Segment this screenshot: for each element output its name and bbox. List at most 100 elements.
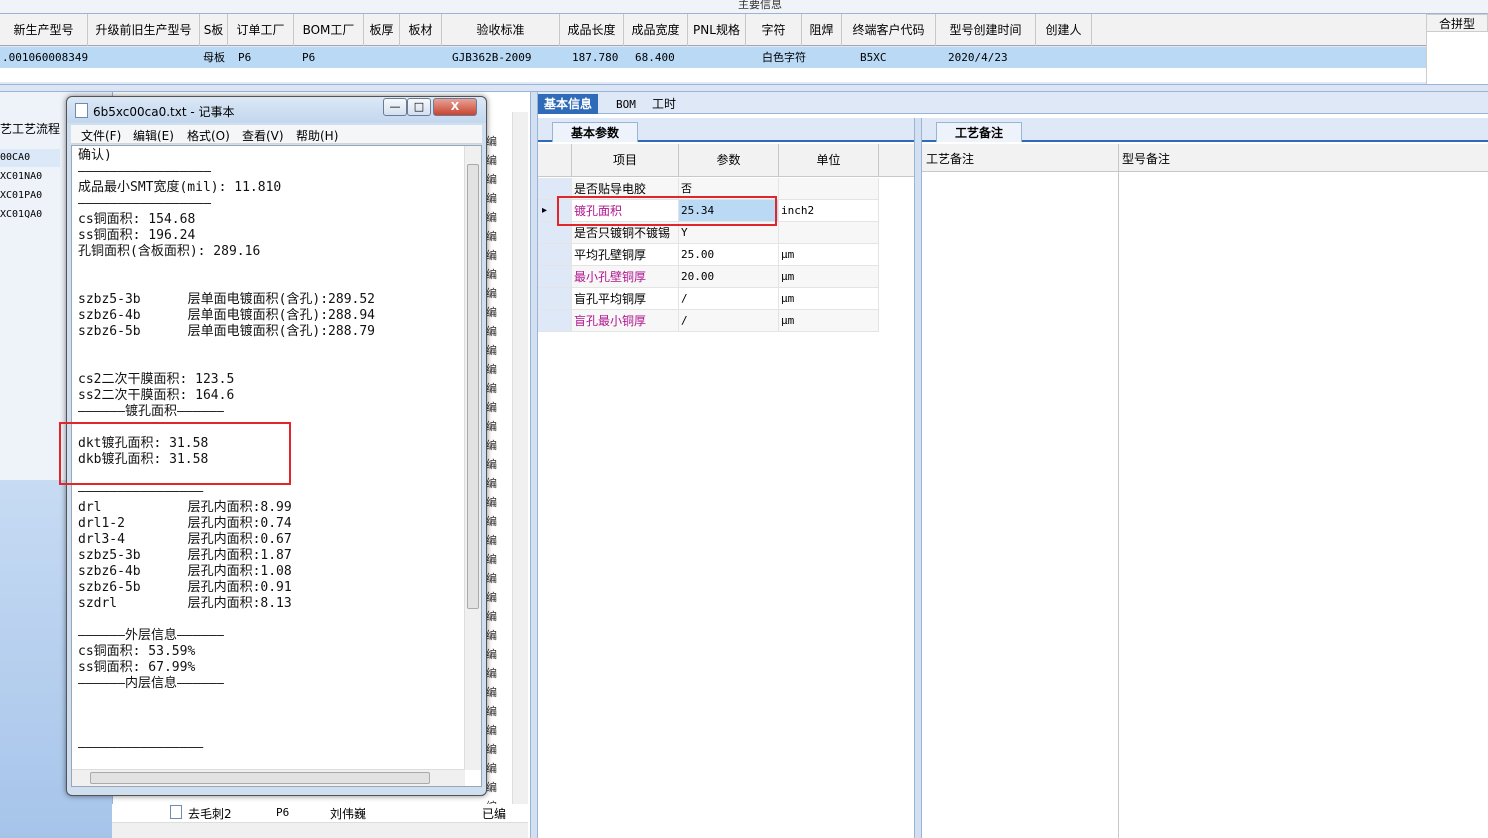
text-line: szdrl 层孔内面积:8.13 (78, 596, 292, 611)
col-header[interactable]: 型号创建时间 (936, 14, 1036, 46)
param-row[interactable]: 盲孔平均铜厚 / μm (538, 288, 914, 310)
menu-help[interactable]: 帮助(H) (296, 127, 338, 144)
status-cell: 编 (486, 762, 497, 775)
param-unit: μm (779, 266, 879, 288)
status-cell: 编 (486, 439, 497, 452)
col-header[interactable]: 创建人 (1036, 14, 1092, 46)
col-header[interactable]: 终端客户代码 (842, 14, 936, 46)
col-header[interactable]: S板 (200, 14, 228, 46)
notepad-title: 6b5xc00ca0.txt - 记事本 (93, 105, 235, 119)
status-cell: 编 (486, 192, 497, 205)
text-line: ————————————————— (78, 164, 212, 179)
text-line: cs铜面积: 53.59% (78, 644, 196, 659)
param-item: 盲孔最小铜厚 (572, 310, 679, 332)
vertical-splitter[interactable] (530, 92, 538, 838)
tab-basic-params[interactable]: 基本参数 (552, 122, 639, 142)
row-indicator (538, 266, 572, 288)
cell-customer: B5XC (860, 51, 887, 64)
text-line: 确认) (78, 148, 112, 163)
status-cell: 编 (486, 781, 497, 794)
menu-edit[interactable]: 编辑(E) (133, 127, 174, 144)
param-item: 最小孔壁铜厚 (572, 266, 679, 288)
close-button[interactable]: X (433, 98, 477, 116)
highlight-box (557, 196, 777, 226)
tab-work-hours[interactable]: 工时 (646, 94, 682, 114)
text-line: szbz6-5b 层单面电镀面积(含孔):288.79 (78, 324, 376, 339)
cell-s-board: 母板 (203, 51, 225, 64)
param-value[interactable]: 25.00 (679, 244, 779, 266)
maximize-button[interactable]: □ (407, 98, 431, 116)
left-list-item[interactable]: XC01PA0 (0, 187, 60, 205)
col-header[interactable]: 阻焊 (802, 14, 842, 46)
col-unit: 单位 (779, 144, 879, 176)
model-notes-input[interactable] (1122, 174, 1482, 836)
status-cell: 编 (486, 477, 497, 490)
process-list-hscroll[interactable] (112, 822, 528, 838)
col-header[interactable]: 字符 (746, 14, 802, 46)
notepad-hscroll[interactable] (72, 769, 465, 786)
menu-view[interactable]: 查看(V) (242, 127, 284, 144)
model-table-row[interactable]: .0010600083496 母板 P6 P6 GJB362B-2009 187… (0, 47, 1426, 68)
text-line: ————————————————— (78, 196, 212, 211)
document-icon (170, 805, 182, 819)
highlight-box (59, 422, 291, 485)
param-row[interactable]: 最小孔壁铜厚 20.00 μm (538, 266, 914, 288)
param-value[interactable]: / (679, 288, 779, 310)
process-row[interactable]: 去毛刺2 P6 刘伟巍 已编 (112, 804, 528, 822)
left-list-item[interactable]: XC01QA0 (0, 206, 60, 224)
text-line: ——————内层信息—————— (78, 676, 224, 691)
status-cell: 编 (486, 572, 497, 585)
status-cell: 编 (486, 287, 497, 300)
param-row[interactable]: 盲孔最小铜厚 / μm (538, 310, 914, 332)
col-header[interactable]: 板厚 (364, 14, 400, 46)
tab-process-notes[interactable]: 工艺备注 (936, 122, 1023, 142)
notes-splitter[interactable] (914, 118, 922, 838)
param-unit: inch2 (779, 200, 879, 222)
scroll-thumb[interactable] (90, 772, 430, 784)
left-list-item[interactable]: XC01NA0 (0, 168, 60, 186)
notes-header (922, 144, 1488, 172)
process-status: 已编 (482, 807, 507, 821)
notepad-menubar: 文件(F) 编辑(E) 格式(O) 查看(V) 帮助(H) (71, 125, 482, 144)
status-cell: 编 (486, 705, 497, 718)
horizontal-splitter[interactable] (0, 84, 1488, 92)
param-value[interactable]: / (679, 310, 779, 332)
status-cell: 编 (486, 249, 497, 262)
col-header[interactable]: BOM工厂 (294, 14, 364, 46)
status-cell: 编 (486, 686, 497, 699)
param-row[interactable]: 平均孔壁铜厚 25.00 μm (538, 244, 914, 266)
process-notes-input[interactable] (924, 174, 1116, 836)
col-header[interactable]: 成品宽度 (624, 14, 688, 46)
status-cell: 编 (486, 629, 497, 642)
param-value[interactable]: 20.00 (679, 266, 779, 288)
menu-format[interactable]: 格式(O) (187, 127, 230, 144)
status-cell: 编 (486, 515, 497, 528)
col-header[interactable]: 板材 (400, 14, 442, 46)
cell-length: 187.780 (572, 51, 619, 64)
col-header[interactable]: 升级前旧生产型号 (88, 14, 200, 46)
col-header[interactable]: 验收标准 (442, 14, 560, 46)
cell-standard: GJB362B-2009 (452, 51, 532, 64)
tab-basic-info[interactable]: 基本信息 (538, 94, 599, 114)
menu-file[interactable]: 文件(F) (81, 127, 121, 144)
notepad-vscroll[interactable] (464, 146, 481, 770)
tab-bom[interactable]: BOM (610, 95, 642, 115)
col-header[interactable]: 新生产型号 (0, 14, 88, 46)
cell-created: 2020/4/23 (948, 51, 1008, 64)
status-cell: 编 (486, 363, 497, 376)
text-line: ss2二次干膜面积: 164.6 (78, 388, 235, 403)
text-line: szbz6-4b 层孔内面积:1.08 (78, 564, 292, 579)
col-header[interactable]: PNL规格 (688, 14, 746, 46)
notepad-titlebar[interactable]: 6b5xc00ca0.txt - 记事本 — □ X (67, 97, 486, 123)
process-list-vscroll[interactable] (512, 112, 528, 824)
minimize-button[interactable]: — (383, 98, 407, 116)
text-line: cs2二次干膜面积: 123.5 (78, 372, 235, 387)
col-header[interactable]: 成品长度 (560, 14, 624, 46)
col-item: 项目 (572, 144, 679, 176)
notes-col-model: 型号备注 (1122, 152, 1171, 166)
merge-panel (1426, 32, 1488, 84)
left-list-item[interactable]: 00CA0 (0, 149, 60, 167)
text-line: ———————————————— (78, 740, 204, 755)
col-header[interactable]: 订单工厂 (228, 14, 294, 46)
scroll-thumb[interactable] (467, 164, 479, 609)
